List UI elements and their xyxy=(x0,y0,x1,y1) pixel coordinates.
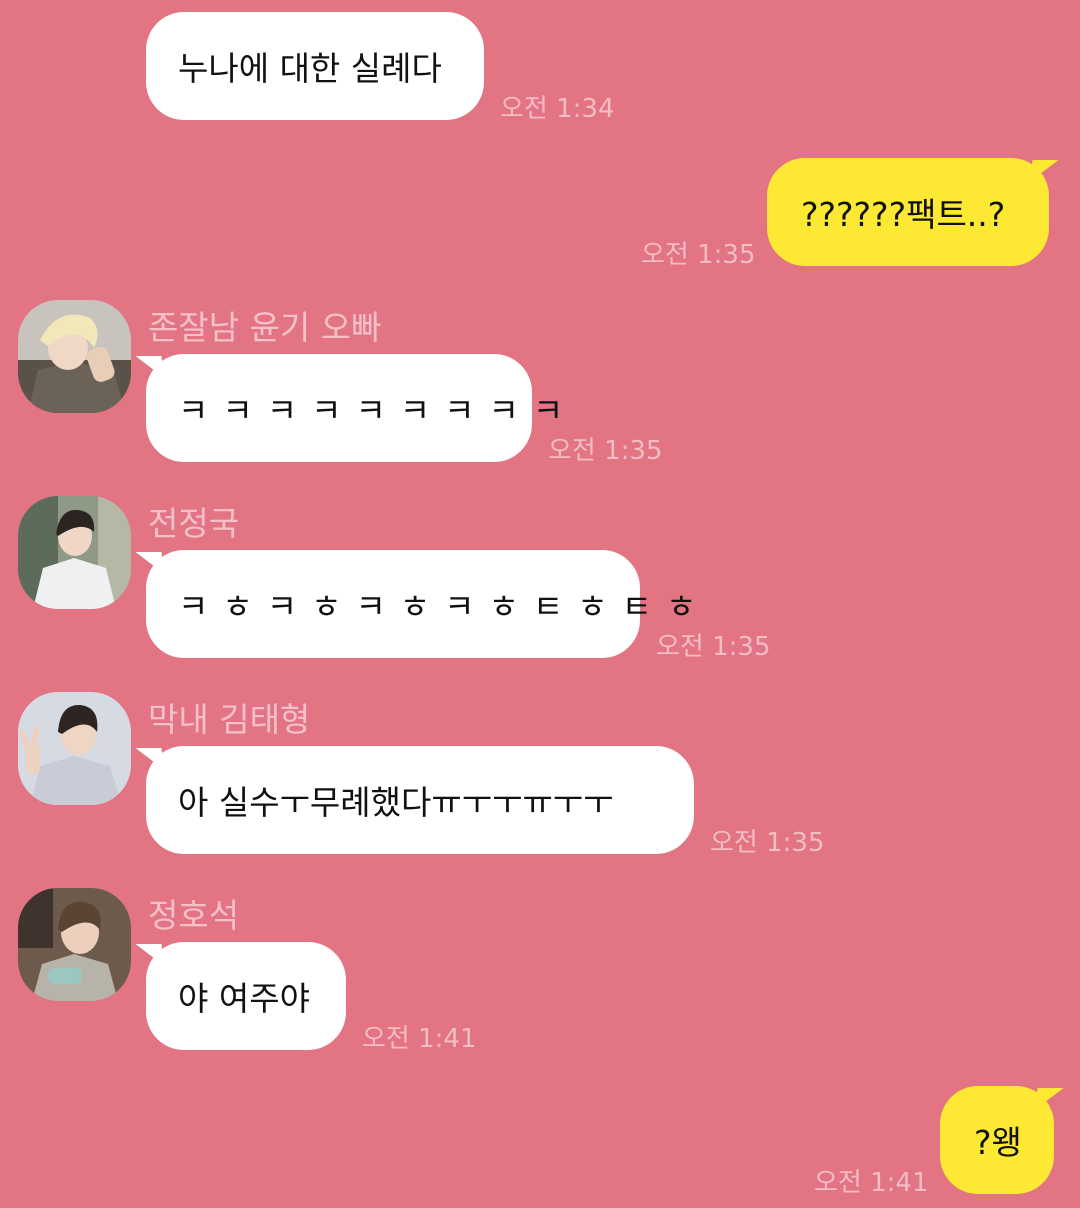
message-timestamp: 오전 1:41 xyxy=(814,1168,929,1198)
message-bubble-outgoing[interactable]: ??????팩트..? xyxy=(767,158,1049,266)
message-text: ??????팩트..? xyxy=(801,195,1006,234)
message-text: ㅋㅋㅋㅋㅋㅋㅋㅋㅋ xyxy=(178,391,578,430)
avatar-jungkook[interactable] xyxy=(18,496,131,609)
message-bubble-incoming[interactable]: 야 여주야 xyxy=(146,942,346,1050)
message-timestamp: 오전 1:35 xyxy=(641,240,756,270)
message-bubble-incoming[interactable]: ㅋㅋㅋㅋㅋㅋㅋㅋㅋ xyxy=(146,354,563,462)
sender-name: 막내 김태형 xyxy=(148,700,311,739)
message-timestamp: 오전 1:35 xyxy=(548,436,663,466)
message-text: 아 실수ㅜ무례했다ㅠㅜㅜㅠㅜㅜ xyxy=(178,783,614,822)
avatar-taehyung[interactable] xyxy=(18,692,131,805)
sender-name: 존잘남 윤기 오빠 xyxy=(148,308,382,347)
chat-screen: 누나에 대한 실례다 오전 1:34 ??????팩트..? 오전 1:35 존… xyxy=(0,0,1080,1208)
avatar-hoseok[interactable] xyxy=(18,888,131,1001)
message-timestamp: 오전 1:41 xyxy=(362,1024,477,1054)
message-bubble-outgoing[interactable]: ?왱 xyxy=(940,1086,1054,1194)
message-bubble-incoming[interactable]: ㅋㅎㅋㅎㅋㅎㅋㅎㅌㅎㅌㅎ xyxy=(146,550,696,658)
message-text: 야 여주야 xyxy=(178,979,310,1018)
message-bubble-incoming[interactable]: 아 실수ㅜ무례했다ㅠㅜㅜㅠㅜㅜ xyxy=(146,746,694,854)
message-timestamp: 오전 1:35 xyxy=(656,632,771,662)
sender-name: 정호석 xyxy=(148,896,240,935)
message-text: ㅋㅎㅋㅎㅋㅎㅋㅎㅌㅎㅌㅎ xyxy=(178,587,711,626)
message-text: ?왱 xyxy=(974,1123,1022,1162)
message-timestamp: 오전 1:34 xyxy=(500,94,615,124)
avatar-yoongi[interactable] xyxy=(18,300,131,413)
sender-name: 전정국 xyxy=(148,504,240,543)
message-text: 누나에 대한 실례다 xyxy=(178,49,442,88)
message-timestamp: 오전 1:35 xyxy=(710,828,825,858)
message-bubble-incoming[interactable]: 누나에 대한 실례다 xyxy=(146,12,484,120)
